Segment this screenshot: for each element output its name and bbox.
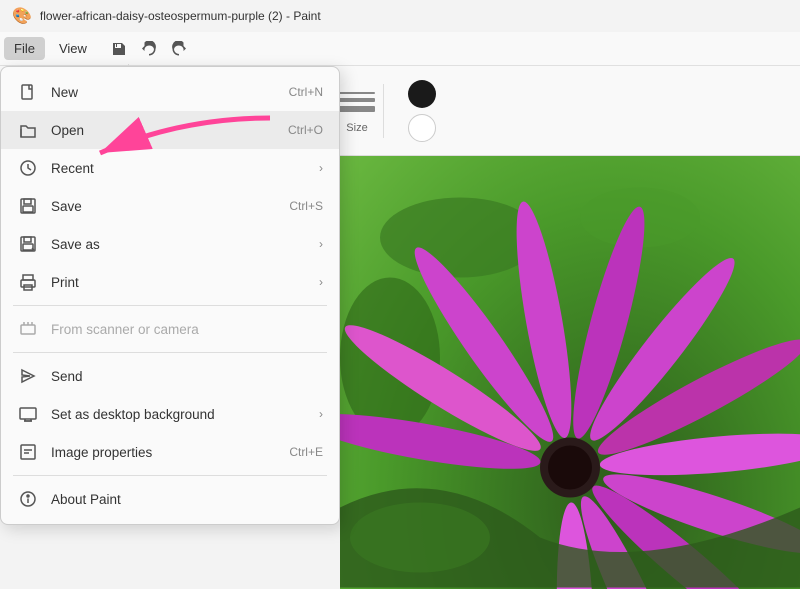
app-icon: 🎨 <box>12 6 32 26</box>
file-menu-item-save[interactable]: Save Ctrl+S <box>1 187 339 225</box>
file-menu-item-properties[interactable]: Image properties Ctrl+E <box>1 433 339 471</box>
menu-divider-6 <box>13 305 327 306</box>
menu-label-open: Open <box>51 123 280 138</box>
file-menu-item-print[interactable]: Print › <box>1 263 339 301</box>
menu-label-new: New <box>51 85 281 100</box>
menu-label-recent: Recent <box>51 161 315 176</box>
menu-icon-recent <box>17 157 39 179</box>
menu-label-print: Print <box>51 275 315 290</box>
menu-label-desktop: Set as desktop background <box>51 407 315 422</box>
undo-button[interactable] <box>135 35 163 63</box>
menu-divider-send <box>13 352 327 353</box>
menu-label-send: Send <box>51 369 323 384</box>
menu-shortcut-open: Ctrl+O <box>288 123 323 137</box>
file-menu-item-scanner: From scanner or camera <box>1 310 339 348</box>
file-menu-item-open[interactable]: Open Ctrl+O <box>1 111 339 149</box>
menu-icon-new <box>17 81 39 103</box>
menu-icon-send <box>17 365 39 387</box>
menu-shortcut-new: Ctrl+N <box>289 85 323 99</box>
menu-bar: File View <box>0 32 800 66</box>
menu-icon-desktop <box>17 403 39 425</box>
menu-arrow-recent: › <box>319 161 323 175</box>
menu-label-about: About Paint <box>51 492 323 507</box>
menu-icon-print <box>17 271 39 293</box>
menu-arrow-desktop: › <box>319 407 323 421</box>
title-bar: 🎨 flower-african-daisy-osteospermum-purp… <box>0 0 800 32</box>
menu-icon-open <box>17 119 39 141</box>
menu-label-scanner: From scanner or camera <box>51 322 323 337</box>
file-menu-dropdown: NewCtrl+NOpenCtrl+ORecent›SaveCtrl+SSave… <box>0 66 340 525</box>
menu-divider-about <box>13 475 327 476</box>
image-area <box>340 156 800 589</box>
file-menu-item-about[interactable]: About Paint <box>1 480 339 518</box>
color-black[interactable] <box>408 80 436 108</box>
menu-label-save: Save <box>51 199 281 214</box>
view-menu-button[interactable]: View <box>49 37 97 60</box>
menu-shortcut-save: Ctrl+S <box>289 199 323 213</box>
menu-icon-about <box>17 488 39 510</box>
size-label: Size <box>346 122 367 134</box>
menu-arrow-print: › <box>319 275 323 289</box>
menu-arrow-saveas: › <box>319 237 323 251</box>
file-menu-item-send[interactable]: Send <box>1 357 339 395</box>
flower-image <box>340 156 800 589</box>
file-menu-item-recent[interactable]: Recent › <box>1 149 339 187</box>
file-menu-item-desktop[interactable]: Set as desktop background › <box>1 395 339 433</box>
menu-label-saveas: Save as <box>51 237 315 252</box>
menu-label-properties: Image properties <box>51 445 281 460</box>
file-menu-button[interactable]: File <box>4 37 45 60</box>
save-button[interactable] <box>105 35 133 63</box>
file-menu-item-new[interactable]: New Ctrl+N <box>1 73 339 111</box>
menu-shortcut-properties: Ctrl+E <box>289 445 323 459</box>
menu-icon-saveas <box>17 233 39 255</box>
window-title: flower-african-daisy-osteospermum-purple… <box>40 9 321 23</box>
color-white[interactable] <box>408 114 436 142</box>
menu-icon-scanner <box>17 318 39 340</box>
redo-button[interactable] <box>165 35 193 63</box>
menu-icon-properties <box>17 441 39 463</box>
file-menu-item-saveas[interactable]: Save as › <box>1 225 339 263</box>
menu-icon-save <box>17 195 39 217</box>
